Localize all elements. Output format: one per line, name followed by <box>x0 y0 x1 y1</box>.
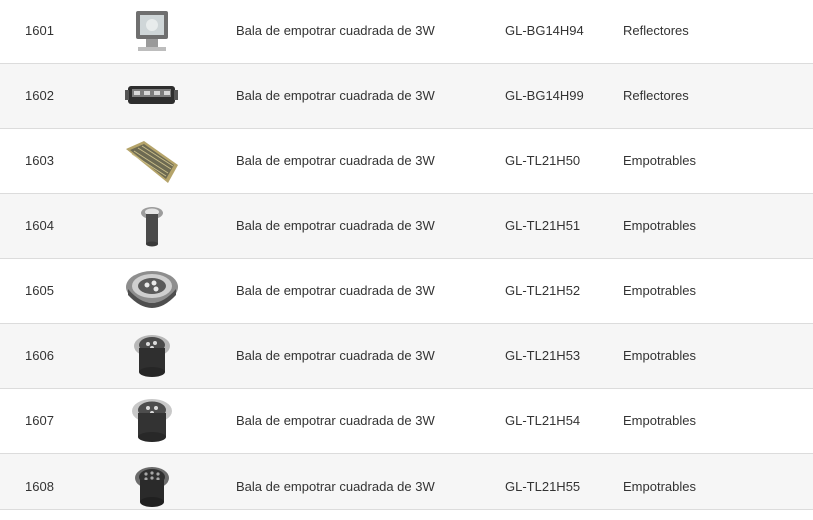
product-name[interactable]: Bala de empotrar cuadrada de 3W <box>236 324 435 388</box>
product-id: 1607 <box>25 413 54 428</box>
product-category: Empotrables <box>623 413 696 428</box>
product-name[interactable]: Bala de empotrar cuadrada de 3W <box>236 454 435 520</box>
small-inground-light-icon[interactable] <box>124 200 179 252</box>
table-row[interactable]: 1606 Bala de empotrar cuadrada de 3W GL-… <box>0 324 813 389</box>
product-id: 1604 <box>25 218 54 233</box>
product-code: GL-TL21H53 <box>505 348 581 363</box>
product-name[interactable]: Bala de empotrar cuadrada de 3W <box>236 194 435 258</box>
product-name[interactable]: Bala de empotrar cuadrada de 3W <box>236 129 435 193</box>
inground-light-icon[interactable] <box>124 395 179 447</box>
table-row[interactable]: 1607 Bala de empotrar cuadrada de 3W GL-… <box>0 389 813 454</box>
table-row[interactable]: 1608 Bala de empotrar cuadrada de 3W GL-… <box>0 454 813 510</box>
product-name[interactable]: Bala de empotrar cuadrada de 3W <box>236 0 435 63</box>
product-id: 1608 <box>25 479 54 494</box>
linear-floodlight-icon[interactable] <box>124 70 179 122</box>
product-code: GL-TL21H55 <box>505 479 581 494</box>
product-name[interactable]: Bala de empotrar cuadrada de 3W <box>236 259 435 323</box>
product-code: GL-TL21H52 <box>505 283 581 298</box>
product-id: 1602 <box>25 88 54 103</box>
table-row[interactable]: 1601 Bala de empotrar cuadrada de 3W GL-… <box>0 0 813 64</box>
product-code: GL-TL21H54 <box>505 413 581 428</box>
table-row[interactable]: 1603 Bala de empotrar cuadrada de 3W GL-… <box>0 129 813 194</box>
round-inground-light-icon[interactable] <box>124 265 179 317</box>
product-code: GL-BG14H94 <box>505 23 584 38</box>
product-category: Empotrables <box>623 218 696 233</box>
product-code: GL-TL21H50 <box>505 153 581 168</box>
product-category: Empotrables <box>623 479 696 494</box>
product-code: GL-BG14H99 <box>505 88 584 103</box>
product-category: Reflectores <box>623 88 689 103</box>
floodlight-icon[interactable] <box>124 5 179 57</box>
product-category: Empotrables <box>623 348 696 363</box>
table-row[interactable]: 1605 Bala de empotrar cuadrada de 3W GL-… <box>0 259 813 324</box>
product-table: 1601 Bala de empotrar cuadrada de 3W GL-… <box>0 0 813 512</box>
curved-led-panel-icon[interactable] <box>124 135 179 187</box>
table-row[interactable]: 1602 Bala de empotrar cuadrada de 3W GL-… <box>0 64 813 129</box>
product-category: Reflectores <box>623 23 689 38</box>
product-id: 1603 <box>25 153 54 168</box>
product-id: 1606 <box>25 348 54 363</box>
product-category: Empotrables <box>623 153 696 168</box>
table-row[interactable]: 1604 Bala de empotrar cuadrada de 3W GL-… <box>0 194 813 259</box>
inground-light-icon[interactable] <box>124 330 179 382</box>
product-id: 1601 <box>25 23 54 38</box>
product-name[interactable]: Bala de empotrar cuadrada de 3W <box>236 64 435 128</box>
product-id: 1605 <box>25 283 54 298</box>
product-category: Empotrables <box>623 283 696 298</box>
multi-led-inground-light-icon[interactable] <box>124 462 179 514</box>
product-code: GL-TL21H51 <box>505 218 581 233</box>
product-name[interactable]: Bala de empotrar cuadrada de 3W <box>236 389 435 453</box>
